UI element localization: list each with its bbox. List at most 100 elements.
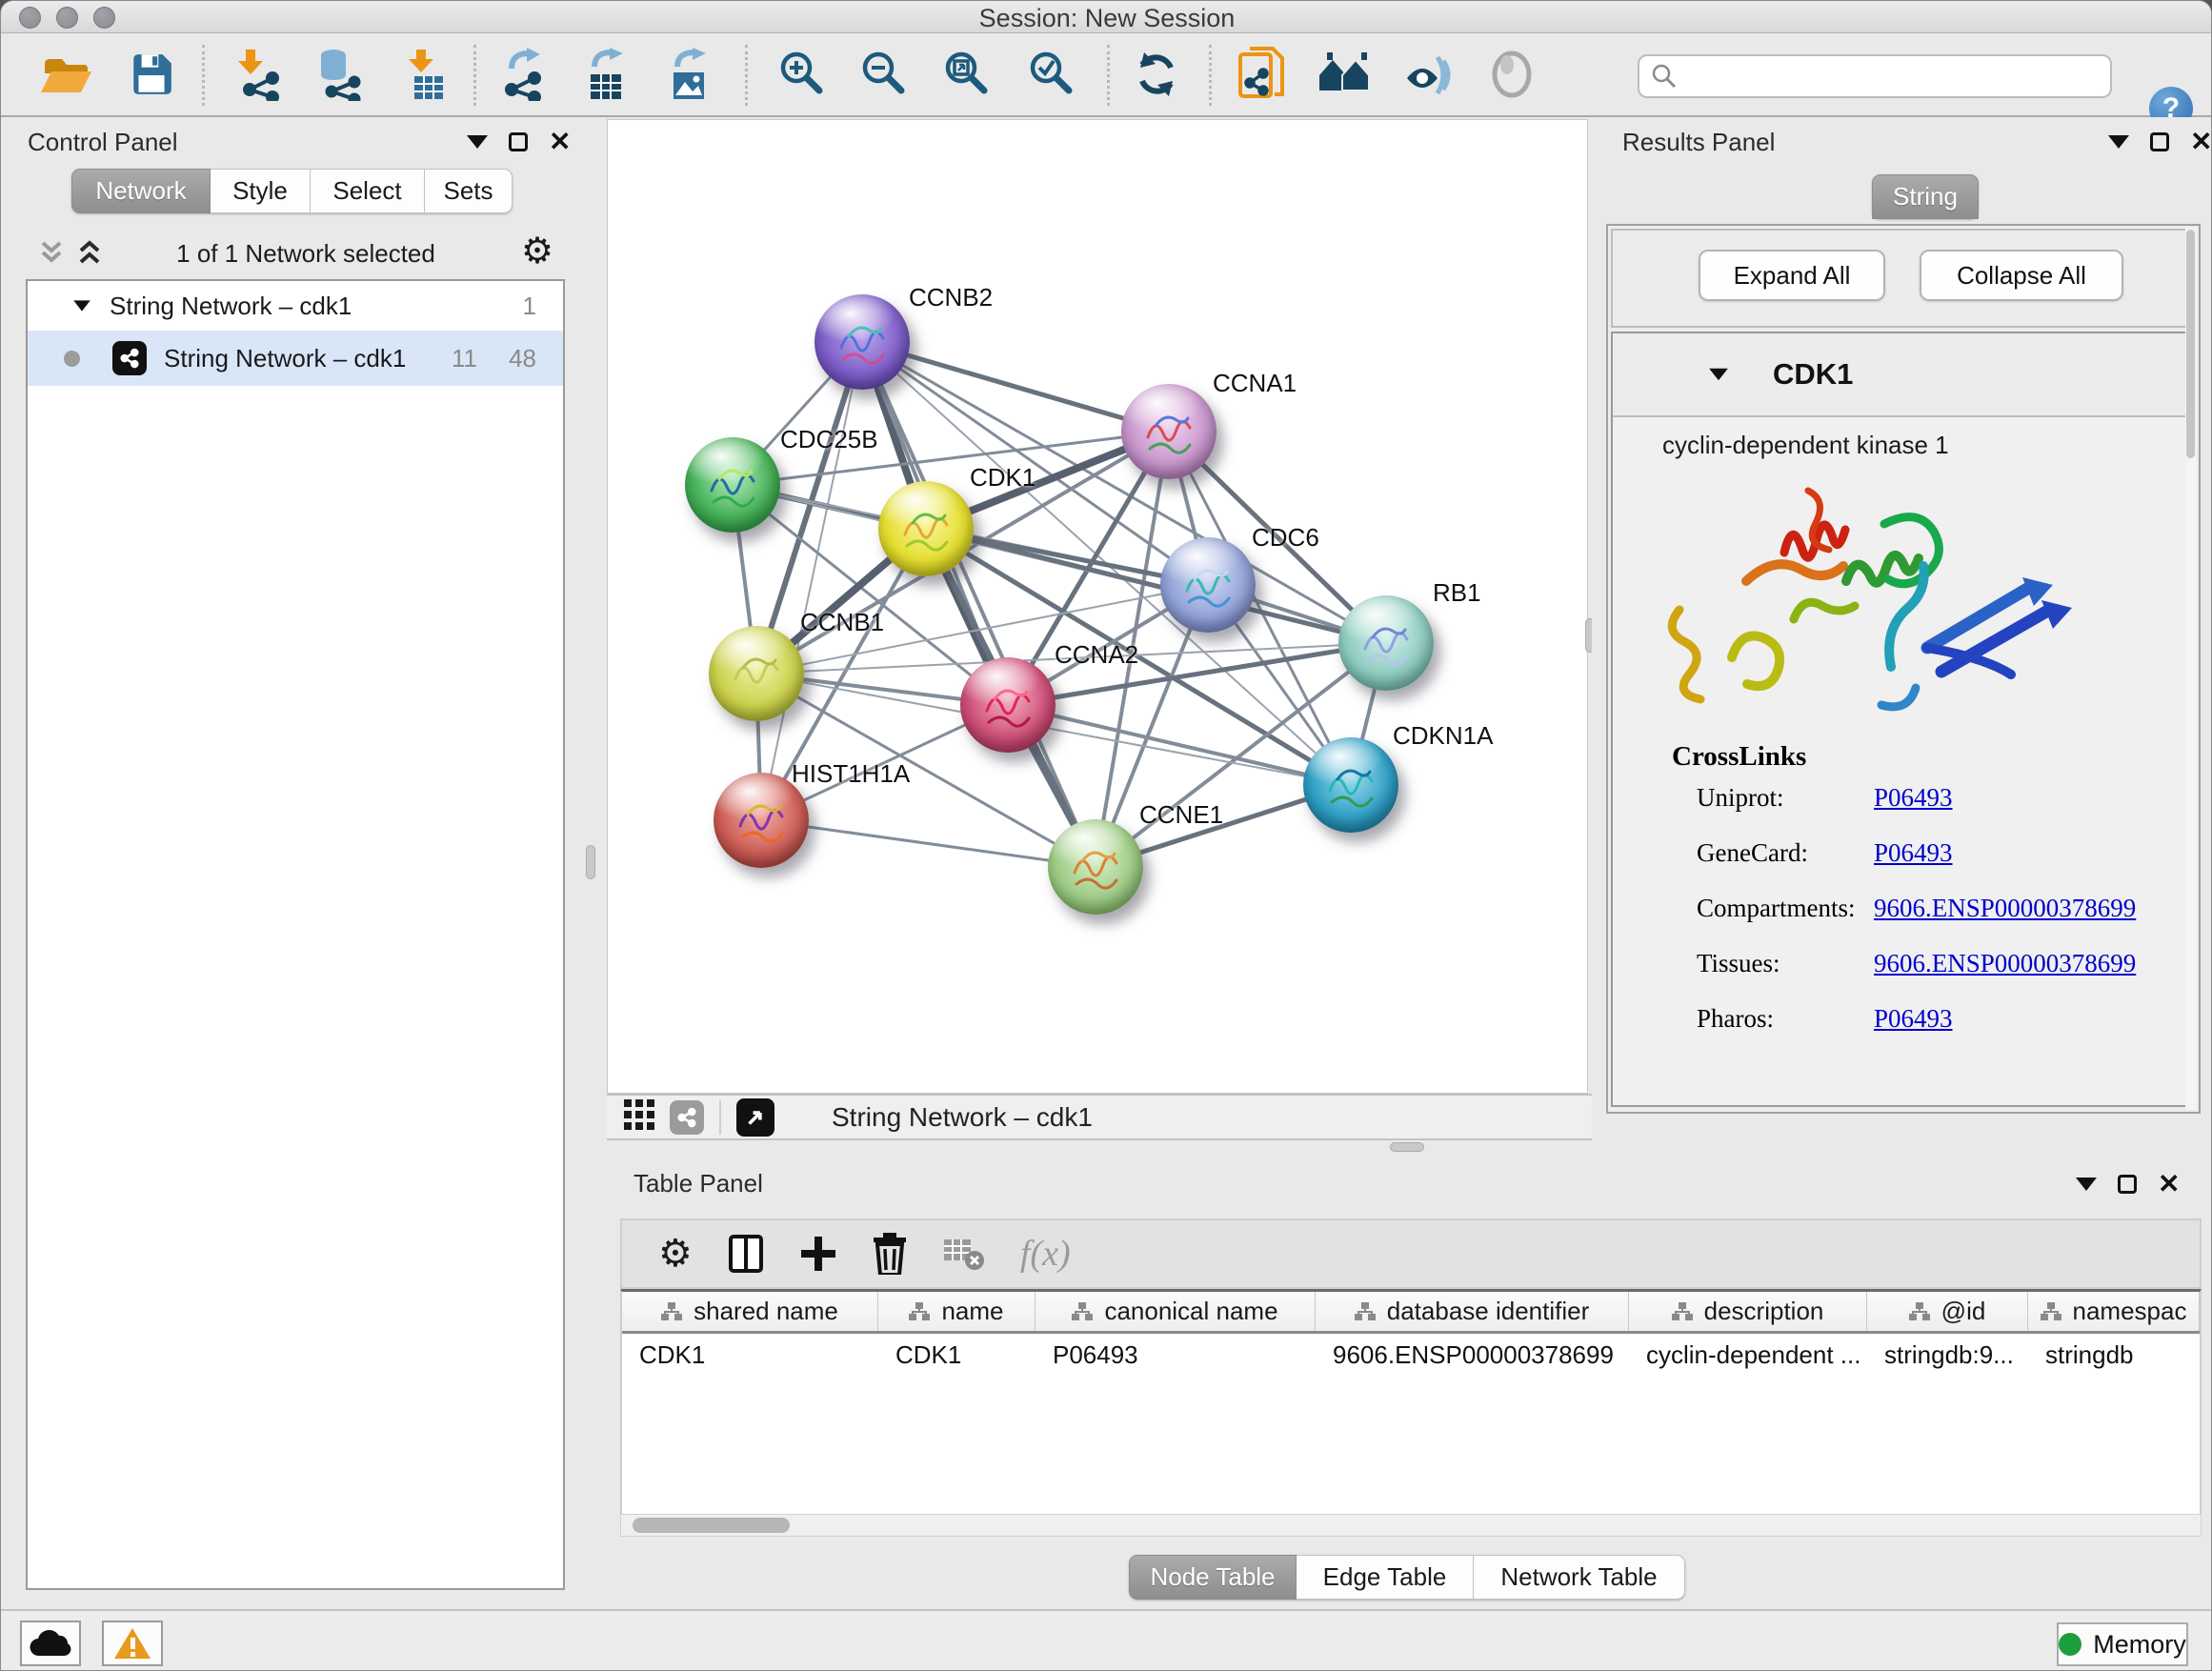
refresh-layout-icon[interactable]: [1127, 45, 1186, 104]
zoom-in-icon[interactable]: [772, 45, 831, 104]
entry-collapse-icon[interactable]: [1709, 369, 1728, 381]
column-header-canonical-name[interactable]: canonical name: [1036, 1292, 1316, 1331]
network-node-CCNB2[interactable]: [814, 294, 910, 390]
table-settings-gear-icon[interactable]: ⚙: [658, 1232, 693, 1276]
zoom-fit-icon[interactable]: [936, 45, 995, 104]
tab-network[interactable]: Network: [71, 169, 211, 213]
save-session-icon[interactable]: [122, 45, 181, 104]
network-node-RB1[interactable]: [1338, 595, 1434, 691]
column-type-icon: [1909, 1302, 1930, 1321]
show-columns-icon[interactable]: [727, 1234, 765, 1274]
table-panel-close-icon[interactable]: ✕: [2158, 1175, 2180, 1194]
table-cell[interactable]: stringdb:9...: [1867, 1334, 2028, 1376]
results-scrollbar[interactable]: [2185, 228, 2197, 1110]
network-node-CCNA1[interactable]: [1121, 384, 1217, 479]
tab-edge-table[interactable]: Edge Table: [1297, 1555, 1474, 1600]
gear-icon[interactable]: ⚙: [521, 230, 553, 272]
collapse-all-button[interactable]: Collapse All: [1920, 250, 2123, 301]
tab-string[interactable]: String: [1872, 174, 1979, 219]
column-header-description[interactable]: description: [1629, 1292, 1867, 1331]
table-cell[interactable]: CDK1: [622, 1334, 878, 1376]
app-manager-icon[interactable]: [1232, 45, 1291, 104]
column-header-shared-name[interactable]: shared name: [622, 1292, 878, 1331]
table-cell[interactable]: cyclin-dependent ...: [1629, 1334, 1867, 1376]
column-header-namespac[interactable]: namespac: [2028, 1292, 2200, 1331]
results-panel-float-icon[interactable]: [2150, 132, 2169, 151]
table-cell[interactable]: P06493: [1036, 1334, 1316, 1376]
search-input[interactable]: [1678, 63, 2078, 90]
network-row-selected[interactable]: String Network – cdk1 11 48: [28, 331, 563, 386]
control-panel-close-icon[interactable]: ✕: [549, 132, 571, 151]
open-session-icon[interactable]: [36, 45, 95, 104]
tab-node-table[interactable]: Node Table: [1129, 1555, 1297, 1600]
column-header-label: shared name: [694, 1297, 838, 1326]
results-panel-close-icon[interactable]: ✕: [2190, 132, 2212, 151]
results-panel-menu-icon[interactable]: [2108, 135, 2129, 149]
table-horizontal-scrollbar[interactable]: [620, 1514, 2202, 1537]
export-image-icon[interactable]: [661, 45, 720, 104]
network-overview-icon[interactable]: [670, 1100, 704, 1135]
delete-column-icon[interactable]: [872, 1233, 908, 1275]
warning-status-button[interactable]: [102, 1621, 163, 1666]
expand-all-tree-icon[interactable]: [73, 237, 106, 270]
add-column-icon[interactable]: [799, 1235, 837, 1273]
column-header-name[interactable]: name: [878, 1292, 1036, 1331]
hide-graphics-details-icon[interactable]: [1399, 45, 1458, 104]
birds-eye-view-icon[interactable]: [622, 1097, 656, 1137]
results-panel: Results Panel ✕ String Expand All Collap…: [1592, 117, 2212, 1140]
export-network-icon[interactable]: [495, 45, 554, 104]
tab-network-table[interactable]: Network Table: [1474, 1555, 1685, 1600]
tab-sets[interactable]: Sets: [425, 169, 513, 213]
table-cell[interactable]: 9606.ENSP00000378699: [1316, 1334, 1629, 1376]
node-label-CCNE1: CCNE1: [1139, 800, 1223, 830]
detach-view-icon[interactable]: [736, 1098, 774, 1137]
delete-table-icon[interactable]: [942, 1236, 986, 1272]
import-network-file-icon[interactable]: [230, 45, 289, 104]
zoom-out-icon[interactable]: [854, 45, 913, 104]
network-edge-CCNB2-HIST1H1A[interactable]: [761, 342, 862, 820]
crosslink-link[interactable]: 9606.ENSP00000378699: [1874, 949, 2136, 978]
crosslink-link[interactable]: P06493: [1874, 838, 1953, 868]
network-node-CDC6[interactable]: [1160, 537, 1256, 633]
table-panel-float-icon[interactable]: [2118, 1175, 2137, 1194]
function-builder-icon[interactable]: f(x): [1020, 1233, 1071, 1275]
table-cell[interactable]: stringdb: [2028, 1334, 2200, 1376]
left-splitter-handle[interactable]: [586, 845, 595, 879]
home-icon[interactable]: [1317, 45, 1376, 104]
network-edge-HIST1H1A-CCNE1[interactable]: [761, 820, 1096, 867]
collapse-all-tree-icon[interactable]: [35, 237, 68, 270]
import-table-file-icon[interactable]: [396, 45, 455, 104]
cloud-status-button[interactable]: [20, 1621, 81, 1666]
collection-expand-icon[interactable]: [73, 300, 90, 311]
network-node-CDKN1A[interactable]: [1303, 737, 1398, 833]
crosslink-link[interactable]: P06493: [1874, 1004, 1953, 1034]
network-node-CDK1[interactable]: [878, 481, 974, 576]
column-header-database-identifier[interactable]: database identifier: [1316, 1292, 1629, 1331]
control-panel-menu-icon[interactable]: [467, 135, 488, 149]
memory-button[interactable]: Memory: [2057, 1622, 2188, 1666]
table-cell[interactable]: CDK1: [878, 1334, 1036, 1376]
table-panel-menu-icon[interactable]: [2076, 1178, 2097, 1191]
bottom-splitter-handle[interactable]: [1390, 1142, 1424, 1152]
show-graphics-level-icon[interactable]: [1482, 45, 1541, 104]
network-collection-row[interactable]: String Network – cdk1 1: [28, 281, 563, 331]
crosslink-link[interactable]: 9606.ENSP00000378699: [1874, 894, 2136, 923]
column-header--id[interactable]: @id: [1867, 1292, 2028, 1331]
tab-select[interactable]: Select: [311, 169, 425, 213]
entry-header[interactable]: CDK1: [1613, 333, 2192, 417]
network-edge-CCNA2-CDKN1A[interactable]: [1008, 705, 1351, 785]
network-node-CCNA2[interactable]: [960, 657, 1056, 753]
zoom-selected-icon[interactable]: [1021, 45, 1080, 104]
table-row[interactable]: CDK1CDK1P064939606.ENSP00000378699cyclin…: [622, 1334, 2200, 1376]
tab-style[interactable]: Style: [211, 169, 311, 213]
expand-all-button[interactable]: Expand All: [1699, 250, 1885, 301]
network-node-CCNB1[interactable]: [709, 626, 804, 721]
network-node-CDC25B[interactable]: [685, 437, 780, 533]
control-panel-float-icon[interactable]: [509, 132, 528, 151]
import-network-database-icon[interactable]: [310, 45, 369, 104]
memory-status-dot: [2059, 1633, 2081, 1656]
export-table-icon[interactable]: [578, 45, 637, 104]
network-node-CCNE1[interactable]: [1048, 819, 1143, 915]
network-view-canvas[interactable]: CCNB2CCNA1CDC25BCDK1CDC6RB1CCNB1CCNA2CDK…: [607, 119, 1588, 1094]
crosslink-link[interactable]: P06493: [1874, 783, 1953, 813]
